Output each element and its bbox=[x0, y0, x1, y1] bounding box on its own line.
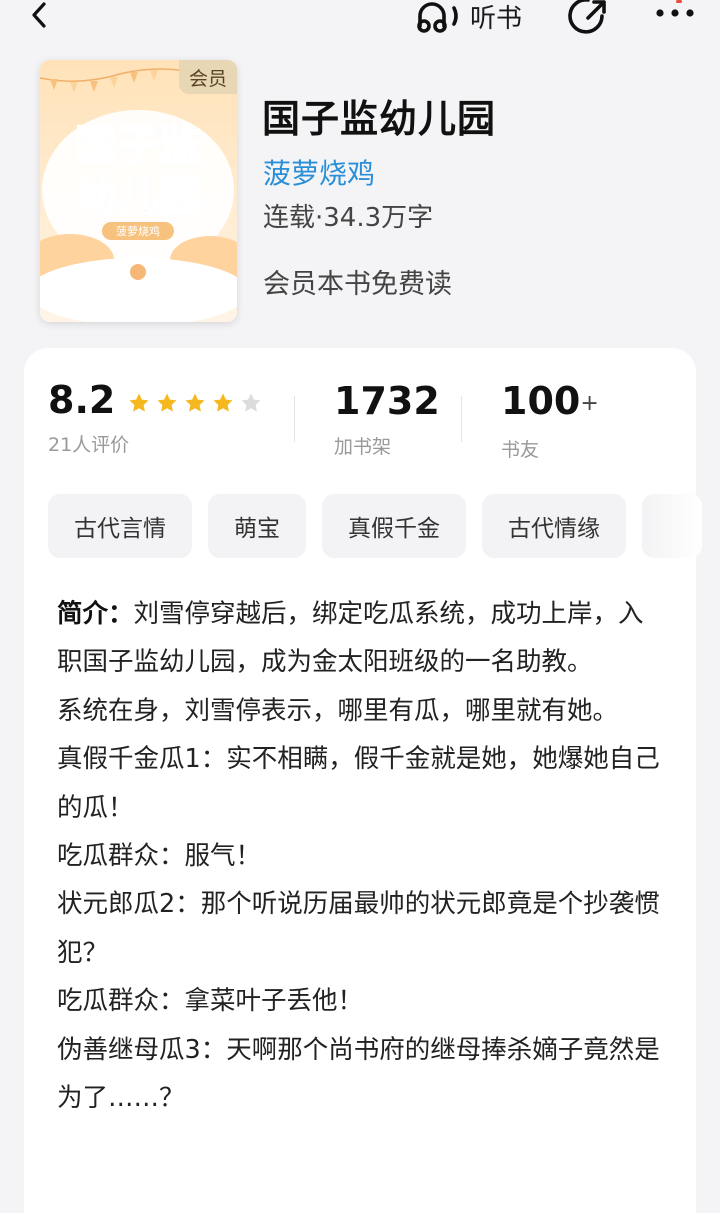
tag-chip[interactable]: 古代言情 bbox=[48, 494, 192, 558]
more-button[interactable] bbox=[654, 0, 700, 26]
back-icon bbox=[32, 2, 46, 28]
book-synopsis[interactable]: 简介：刘雪停穿越后，绑定吃瓜系统，成功上岸，入职国子监幼儿园，成为金太阳班级的一… bbox=[57, 590, 669, 1122]
friends-stat[interactable]: 100+ 书友 bbox=[501, 378, 599, 462]
shelf-label: 加书架 bbox=[334, 436, 392, 458]
synopsis-text: 刘雪停穿越后，绑定吃瓜系统，成功上岸，入职国子监幼儿园，成为金太阳班级的一名助教… bbox=[57, 599, 644, 678]
top-bar: 听书 bbox=[0, 0, 720, 44]
tag-chip[interactable]: 古代情缘 bbox=[482, 494, 626, 558]
stat-divider bbox=[294, 396, 295, 442]
synopsis-first-paragraph: 简介：刘雪停穿越后，绑定吃瓜系统，成功上岸，入职国子监幼儿园，成为金太阳班级的一… bbox=[57, 590, 669, 687]
svg-text:菠萝烧鸡: 菠萝烧鸡 bbox=[116, 224, 160, 238]
rating-value: 8.2 bbox=[48, 378, 116, 422]
cover-art: 国子监 幼儿园 菠萝烧鸡 bbox=[40, 60, 237, 322]
svg-text:国子监: 国子监 bbox=[75, 121, 201, 170]
svg-text:幼儿园: 幼儿园 bbox=[75, 171, 201, 220]
back-button[interactable] bbox=[22, 0, 62, 36]
notification-dot bbox=[676, 0, 682, 3]
tag-list: 古代言情 萌宝 真假千金 古代情缘 bbox=[48, 494, 702, 558]
vip-free-note: 会员本书免费读 bbox=[263, 269, 452, 300]
tag-chip-overflow[interactable] bbox=[642, 494, 702, 558]
tag-chip[interactable]: 萌宝 bbox=[208, 494, 306, 558]
book-info-card: 8.2 21人评价 1732 加书架 100+ 书友 古代言情 萌宝 真假千金 … bbox=[24, 348, 702, 1213]
book-status-wordcount: 连载·34.3万字 bbox=[263, 203, 434, 233]
synopsis-paragraph: 伪善继母瓜3：天啊那个尚书府的继母捧杀嫡子竟然是为了……？ bbox=[57, 1034, 660, 1114]
synopsis-paragraph: 状元郎瓜2：那个听说历届最帅的状元郎竟是个抄袭惯犯？ bbox=[57, 889, 660, 968]
tag-chip[interactable]: 真假千金 bbox=[322, 494, 466, 558]
more-icon bbox=[656, 9, 694, 17]
rating-count: 21人评价 bbox=[48, 434, 130, 456]
headphones-icon bbox=[417, 2, 458, 33]
shelf-stat: 1732 加书架 bbox=[334, 378, 440, 459]
synopsis-paragraph: 真假千金瓜1：实不相瞒，假千金就是她，她爆她自己的瓜！ bbox=[57, 744, 660, 823]
listen-button[interactable]: 听书 bbox=[414, 0, 522, 36]
star-filled-icon bbox=[213, 393, 233, 412]
shelf-count: 1732 bbox=[334, 379, 440, 423]
synopsis-paragraph: 吃瓜群众：拿菜叶子丢他！ bbox=[57, 986, 364, 1017]
friends-count: 100 bbox=[501, 379, 581, 423]
vip-badge: 会员 bbox=[179, 60, 237, 94]
share-button[interactable] bbox=[566, 0, 610, 38]
rating-stars bbox=[127, 391, 263, 415]
star-empty-icon bbox=[241, 393, 261, 412]
star-filled-icon bbox=[129, 393, 149, 412]
book-title: 国子监幼儿园 bbox=[262, 97, 497, 141]
star-filled-icon bbox=[185, 393, 205, 412]
synopsis-label: 简介： bbox=[57, 599, 134, 629]
book-cover[interactable]: 国子监 幼儿园 菠萝烧鸡 会员 bbox=[40, 60, 237, 322]
listen-label: 听书 bbox=[470, 3, 523, 34]
rating-stat[interactable]: 8.2 21人评价 bbox=[48, 378, 263, 457]
stat-divider bbox=[461, 396, 462, 442]
friends-plus: + bbox=[580, 391, 599, 416]
author-link[interactable]: 菠萝烧鸡 bbox=[263, 152, 375, 192]
synopsis-paragraph: 系统在身，刘雪停表示，哪里有瓜，哪里就有她。 bbox=[57, 695, 619, 726]
share-icon bbox=[568, 0, 606, 34]
star-filled-icon bbox=[157, 393, 177, 412]
synopsis-paragraph: 吃瓜群众：服气！ bbox=[57, 841, 262, 872]
friends-label: 书友 bbox=[501, 439, 540, 461]
